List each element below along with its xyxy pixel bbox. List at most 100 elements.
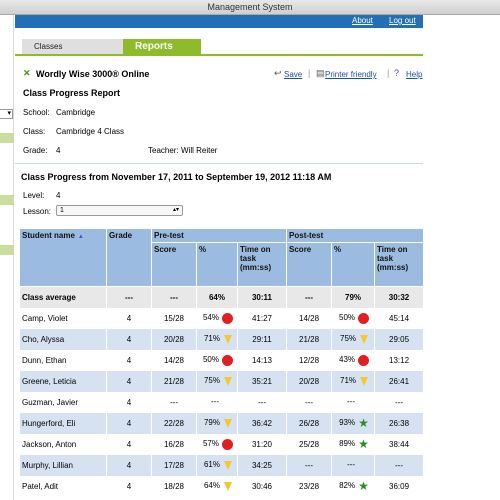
post-score: --- — [286, 454, 333, 476]
header-pre-pct[interactable]: % — [196, 242, 238, 287]
yellow-triangle-icon — [224, 418, 232, 428]
pre-time: 31:20 — [236, 433, 288, 455]
student-name-link[interactable]: Murphy, Lillian — [19, 454, 107, 476]
left-sidebar-edge: ▾ — [0, 15, 14, 500]
pre-pct-cell: --- — [196, 391, 238, 413]
school-label: School: — [23, 108, 50, 117]
pre-pct-cell: 57% — [196, 433, 238, 455]
post-time: 29:05 — [374, 328, 425, 350]
pre-pct-cell: 71% — [196, 328, 238, 350]
divider: | — [308, 68, 311, 78]
student-name-link[interactable]: Cho, Alyssa — [19, 328, 107, 350]
header-post-pct[interactable]: % — [331, 242, 376, 287]
pre-time: --- — [236, 391, 288, 413]
class-value: Cambridge 4 Class — [56, 127, 125, 136]
student-name-link[interactable]: Greene, Leticia — [19, 370, 107, 392]
pre-pct: 64% — [203, 481, 220, 491]
post-score: 23/28 — [286, 475, 333, 497]
student-grade: 4 — [106, 328, 152, 350]
red-circle-icon — [358, 312, 370, 324]
student-name-link[interactable]: Dunn, Ethan — [19, 349, 107, 371]
student-name-link[interactable]: Patel, Adit — [19, 475, 107, 497]
tab-reports[interactable]: Reports — [123, 39, 201, 55]
pre-time: 36:42 — [236, 412, 288, 434]
sort-arrow-icon[interactable]: ▲ — [78, 234, 84, 240]
student-grade: 4 — [106, 433, 152, 455]
post-pct: --- — [347, 397, 356, 407]
post-score: 12/28 — [286, 349, 333, 371]
pre-score: 17/28 — [151, 454, 197, 476]
post-pct-cell: --- — [331, 454, 376, 476]
post-pct-cell: 89% ★ — [331, 433, 376, 455]
level-value: 4 — [56, 191, 61, 200]
header-student-name[interactable]: Student name ▲ — [19, 228, 107, 287]
top-link-bar: About Log out — [15, 15, 423, 28]
student-name-link[interactable]: Guzman, Javier — [19, 391, 107, 413]
pre-time: 35:21 — [236, 370, 288, 392]
pre-score: --- — [151, 391, 197, 413]
green-star-icon: ★ — [358, 478, 369, 493]
yellow-triangle-icon — [224, 481, 232, 491]
pre-time: 41:27 — [236, 307, 288, 329]
green-star-icon: ★ — [358, 415, 369, 430]
pre-score: 16/28 — [151, 433, 197, 455]
avg-post-time: 30:32 — [374, 286, 425, 308]
pre-score: 20/28 — [151, 328, 197, 350]
pre-score: 18/28 — [151, 475, 197, 497]
no-marker — [358, 397, 369, 408]
save-link[interactable]: Save — [284, 70, 302, 79]
pre-score: 22/28 — [151, 412, 197, 434]
post-pct-cell: 43% — [331, 349, 376, 371]
tab-classes[interactable]: Classes — [22, 39, 123, 55]
header-grade[interactable]: Grade — [106, 228, 152, 287]
post-score: 14/28 — [286, 307, 333, 329]
header-pretest: Pre-test — [150, 228, 288, 243]
header-post-score[interactable]: Score — [286, 242, 333, 287]
avg-post-score: --- — [286, 286, 333, 308]
student-grade: 4 — [106, 307, 152, 329]
tab-underline — [15, 54, 423, 56]
post-pct: 43% — [339, 355, 356, 365]
green-star-icon: ★ — [358, 436, 369, 451]
pre-pct: 57% — [202, 439, 219, 449]
header-pre-score[interactable]: Score — [151, 242, 197, 287]
post-pct: 82% — [339, 481, 356, 491]
post-score: 21/28 — [286, 328, 333, 350]
about-link[interactable]: About — [352, 16, 373, 25]
pre-time: 34:25 — [236, 454, 288, 476]
printer-friendly-link[interactable]: Printer friendly — [325, 70, 377, 79]
red-circle-icon — [222, 438, 233, 450]
grade-label: Grade: — [23, 146, 48, 155]
red-circle-icon — [358, 354, 370, 366]
table-row: Jackson, Anton 4 16/28 57% 31:20 25/28 89% ★ 38:… — [19, 433, 425, 455]
student-name-link[interactable]: Hungerford, Eli — [19, 412, 107, 434]
logout-link[interactable]: Log out — [389, 16, 416, 25]
header-post-time[interactable]: Time on task (mm:ss) — [374, 242, 425, 287]
help-icon[interactable]: ? — [394, 68, 399, 78]
printer-icon[interactable]: ▤ — [316, 68, 325, 79]
save-icon[interactable]: ↩ — [274, 68, 282, 79]
chevron-down-icon: ▴▾ — [172, 207, 179, 213]
header-pre-time[interactable]: Time on task (mm:ss) — [236, 242, 288, 287]
lesson-select[interactable]: 1 ▴▾ — [56, 205, 183, 216]
student-name-link[interactable]: Camp, Violet — [19, 307, 107, 329]
product-title: Wordly Wise 3000® Online — [36, 69, 150, 79]
post-time: 26:38 — [374, 412, 425, 434]
avg-grade: --- — [106, 286, 152, 308]
yellow-triangle-icon — [360, 334, 369, 344]
pre-pct-cell: 61% — [196, 454, 238, 476]
sidebar-strip — [0, 195, 14, 205]
pre-pct: --- — [211, 397, 219, 407]
pre-pct: 54% — [202, 313, 219, 323]
pre-time: 29:11 — [236, 328, 288, 350]
header-posttest: Post-test — [286, 228, 425, 243]
sidebar-dropdown[interactable]: ▾ — [0, 109, 13, 119]
sidebar-strip — [0, 133, 14, 143]
student-grade: 4 — [106, 475, 152, 497]
post-time: 38:44 — [374, 433, 425, 455]
pre-pct: 71% — [203, 334, 220, 344]
student-name-link[interactable]: Jackson, Anton — [19, 433, 107, 455]
help-link[interactable]: Help — [406, 70, 422, 79]
avg-pre-score: --- — [151, 286, 197, 308]
pre-score: 15/28 — [151, 307, 197, 329]
